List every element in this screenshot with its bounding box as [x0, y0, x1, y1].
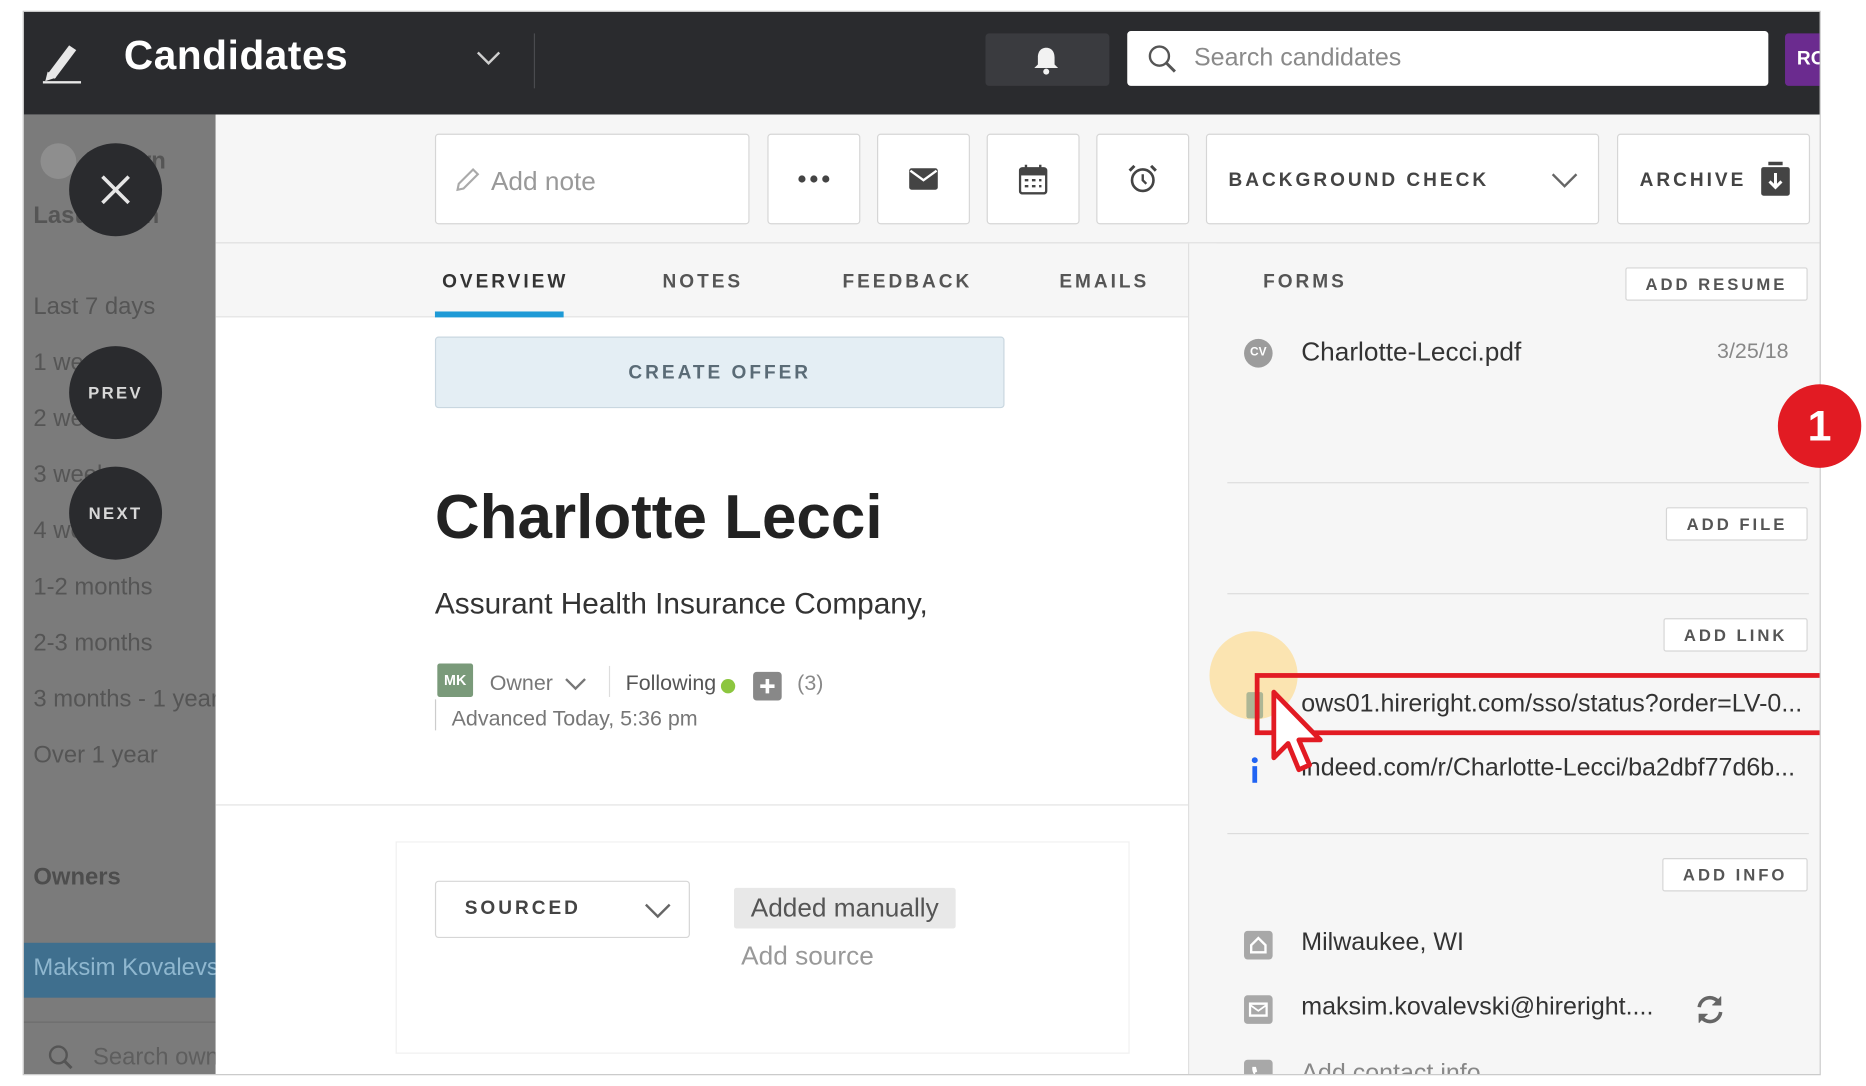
next-button[interactable]: NEXT: [69, 466, 163, 560]
search-box[interactable]: [1127, 31, 1769, 86]
divider: [1227, 482, 1809, 484]
selected-owner-item[interactable]: Maksim Kovalevski: [23, 942, 216, 998]
range-item[interactable]: Last 7 days: [33, 294, 155, 321]
source-tag: Added manually: [734, 887, 956, 929]
ellipsis-icon: [798, 175, 830, 183]
resume-icon: CV: [1244, 338, 1273, 368]
pencil-logo-icon: [42, 45, 82, 84]
chevron-down-icon[interactable]: [564, 675, 588, 692]
divider: [215, 804, 1189, 806]
annotation-highlight-box: [1254, 673, 1820, 736]
archive-box-icon: [1761, 161, 1790, 196]
divider: [1227, 593, 1809, 595]
notifications-button[interactable]: [985, 33, 1110, 86]
range-item[interactable]: 1-2 months: [33, 574, 152, 601]
step-number-badge: 1: [1777, 384, 1862, 468]
range-item[interactable]: 3 months - 1 year: [33, 686, 215, 713]
add-link-button[interactable]: ADD LINK: [1663, 618, 1808, 652]
alarm-clock-icon: [1128, 164, 1157, 193]
home-icon: [1244, 930, 1273, 960]
add-follower-button[interactable]: [753, 671, 782, 701]
resume-file-link[interactable]: Charlotte-Lecci.pdf: [1301, 337, 1521, 368]
envelope-icon: [1244, 995, 1273, 1024]
range-item[interactable]: Over 1 year: [33, 742, 158, 769]
location-text: Milwaukee, WI: [1301, 928, 1464, 956]
owner-search[interactable]: Search owners: [23, 1021, 216, 1075]
following-toggle[interactable]: Following: [626, 671, 717, 696]
add-info-button[interactable]: ADD INFO: [1662, 858, 1808, 892]
add-resume-button[interactable]: ADD RESUME: [1625, 267, 1808, 301]
chevron-down-icon[interactable]: [474, 43, 503, 72]
user-avatar[interactable]: RO: [1785, 33, 1820, 86]
range-item[interactable]: 2-3 months: [33, 630, 152, 657]
candidate-tabs: OVERVIEW NOTES FEEDBACK EMAILS: [215, 243, 1217, 318]
indeed-icon: [1251, 757, 1258, 783]
more-actions-button[interactable]: [767, 133, 861, 225]
close-button[interactable]: [69, 143, 163, 237]
selected-owner-label: Maksim Kovalevski: [33, 954, 215, 981]
follower-count: (3): [797, 670, 824, 695]
owners-title: Owners: [33, 864, 121, 891]
envelope-icon: [909, 168, 938, 190]
add-source-link[interactable]: Add source: [741, 940, 874, 971]
add-note-placeholder: Add note: [490, 165, 596, 196]
pencil-icon: [456, 167, 480, 192]
owner-avatar: MK: [437, 663, 474, 697]
add-contact-info-link[interactable]: Add contact info: [1301, 1060, 1480, 1074]
mouse-cursor-icon: [1271, 689, 1323, 773]
refresh-icon[interactable]: [1694, 994, 1725, 1025]
candidate-company: Assurant Health Insurance Company,: [434, 587, 928, 621]
divider: [533, 33, 536, 89]
schedule-button[interactable]: [986, 133, 1080, 225]
stage-select[interactable]: BACKGROUND CHECK: [1205, 133, 1600, 225]
owner-select[interactable]: Owner: [490, 671, 553, 696]
chevron-down-icon: [645, 903, 671, 919]
following-status-dot: [720, 679, 736, 694]
send-email-button[interactable]: [877, 133, 970, 225]
email-text[interactable]: maksim.kovalevski@hireright....: [1301, 993, 1653, 1022]
add-file-button[interactable]: ADD FILE: [1666, 507, 1808, 541]
prev-button[interactable]: PREV: [69, 346, 163, 440]
app-window: Candidates RO All own Last action Last 7…: [22, 10, 1821, 1076]
source-stage-label: SOURCED: [464, 898, 581, 919]
divider: [1227, 832, 1809, 835]
filters-sidebar: All own Last action Last 7 days 1 week 2…: [23, 114, 216, 1075]
tab-feedback[interactable]: FEEDBACK: [842, 272, 972, 293]
search-icon: [1148, 45, 1176, 73]
candidate-name: Charlotte Lecci: [434, 483, 883, 553]
advanced-timestamp: Advanced Today, 5:36 pm: [451, 706, 698, 731]
forms-title: FORMS: [1263, 272, 1347, 293]
overview-panel: CREATE OFFER Charlotte Lecci Assurant He…: [215, 317, 1189, 1075]
divider: [434, 699, 437, 731]
close-icon: [101, 175, 130, 205]
app-title: Candidates: [123, 33, 349, 79]
chevron-down-icon: [1551, 173, 1578, 188]
phone-icon: [1244, 1059, 1273, 1075]
search-input[interactable]: [1193, 31, 1755, 86]
reminder-button[interactable]: [1096, 133, 1190, 225]
owner-search-placeholder: Search owners: [92, 1044, 216, 1071]
candidate-toolbar: Add note BACKGROUND CHECK ARCHIVE: [215, 114, 1820, 244]
tab-emails[interactable]: EMAILS: [1059, 272, 1149, 293]
source-stage-select[interactable]: SOURCED: [434, 880, 690, 939]
add-note-button[interactable]: Add note: [434, 133, 750, 225]
tab-notes[interactable]: NOTES: [663, 272, 744, 293]
tab-overview[interactable]: OVERVIEW: [442, 272, 568, 293]
create-offer-button[interactable]: CREATE OFFER: [434, 336, 1005, 409]
indeed-link[interactable]: indeed.com/r/Charlotte-Lecci/ba2dbf77d6b…: [1301, 754, 1809, 783]
plus-icon: [760, 679, 775, 694]
resume-date: 3/25/18: [1717, 338, 1789, 363]
top-bar: Candidates RO: [23, 11, 1820, 115]
search-icon: [48, 1045, 73, 1070]
source-card: SOURCED Added manually Add source: [396, 842, 1129, 1053]
stage-label: BACKGROUND CHECK: [1228, 170, 1490, 191]
bell-icon: [1034, 47, 1059, 75]
divider: [608, 665, 611, 697]
archive-button[interactable]: ARCHIVE: [1617, 133, 1811, 225]
calendar-icon: [1018, 164, 1048, 195]
archive-label: ARCHIVE: [1639, 170, 1747, 191]
